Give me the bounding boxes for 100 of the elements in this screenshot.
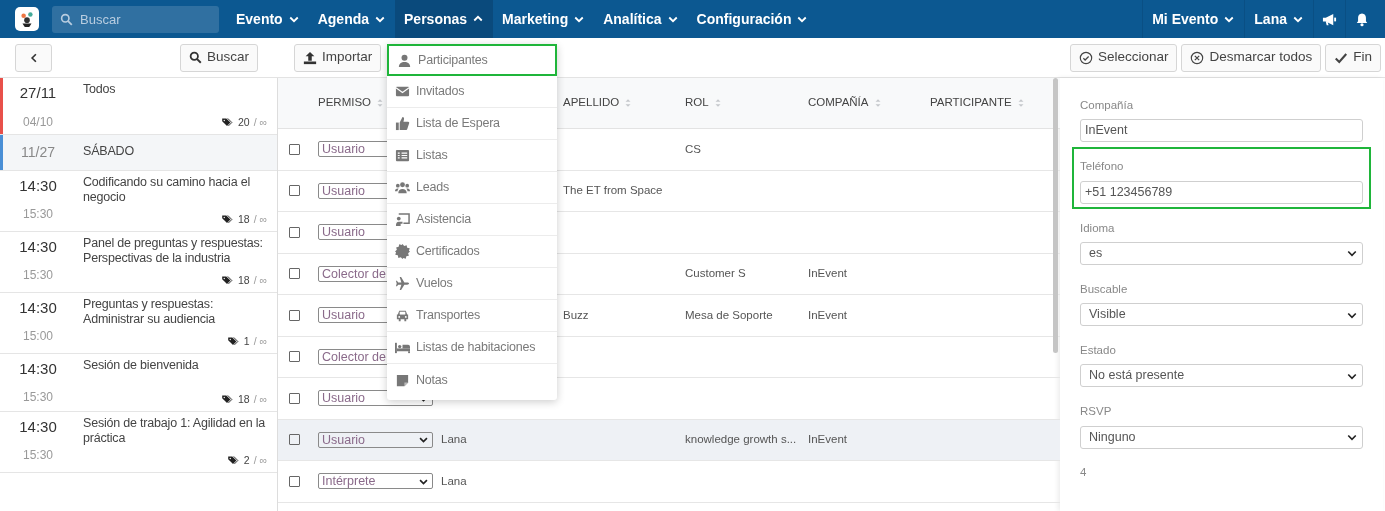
select-field[interactable]: Ninguno xyxy=(1080,425,1363,449)
end-time: 15:30 xyxy=(22,267,54,284)
users-icon xyxy=(395,180,410,195)
tag-count: 1 xyxy=(243,333,250,349)
field-label: Compañía xyxy=(1080,98,1135,113)
session-item[interactable]: 14:30 15:30 Codificando su camino hacia el negocio 18 / ∞ xyxy=(0,170,277,232)
tag-count: 18 xyxy=(238,391,250,407)
toolbar-button[interactable]: Seleccionar xyxy=(1069,43,1178,72)
session-title: Sesión de bienvenida xyxy=(83,357,200,374)
toolbar-button[interactable]: Desmarcar todos xyxy=(1181,43,1322,72)
menu-item[interactable]: Listas de habitaciones xyxy=(387,332,557,364)
note-icon xyxy=(395,372,410,388)
tag-icon xyxy=(220,394,234,406)
tag-count: 18 xyxy=(238,211,250,227)
toolbar-button[interactable]: Fin xyxy=(1325,43,1381,72)
column-header[interactable]: ROL xyxy=(685,94,709,112)
table-cell-text: InEvent xyxy=(808,307,847,323)
end-time: 15:30 xyxy=(22,447,54,464)
session-title: Codificando su camino hacia el negocio xyxy=(83,174,252,206)
checkbox[interactable] xyxy=(289,268,300,280)
bell-icon xyxy=(1354,11,1369,27)
search-icon xyxy=(60,12,73,26)
nav-menu[interactable]: Agenda xyxy=(308,0,396,38)
column-header[interactable]: APELLIDO xyxy=(563,94,620,112)
checkbox[interactable] xyxy=(289,392,300,404)
field-label: Buscable xyxy=(1080,281,1129,297)
envelope-icon xyxy=(395,84,410,99)
column-header[interactable]: PARTICIPANTE xyxy=(930,94,1012,112)
table-cell-text: CS xyxy=(685,141,701,157)
nav-menu[interactable]: Marketing xyxy=(493,0,595,38)
input-field[interactable]: +51 123456789 xyxy=(1080,180,1363,204)
checkbox[interactable] xyxy=(289,309,300,321)
select-field[interactable]: es xyxy=(1080,241,1363,265)
session-title: Panel de preguntas y respuestas: Perspectivas de la industria xyxy=(83,235,264,267)
table-cell-text: knowledge growth s... xyxy=(685,432,797,448)
table-cell-text: InEvent xyxy=(808,432,847,448)
input-field[interactable]: InEvent xyxy=(1080,119,1363,143)
scrollbar[interactable] xyxy=(1053,78,1058,353)
checkbox[interactable] xyxy=(289,226,300,238)
presentation-icon xyxy=(395,212,410,227)
checkbox[interactable] xyxy=(289,351,300,363)
tag-limit: / ∞ xyxy=(253,452,267,468)
nav-menu[interactable]: Mi Evento xyxy=(1142,0,1245,38)
upload-icon xyxy=(303,50,317,65)
session-item[interactable]: 14:30 15:30 Sesión de trabajo 1: Agilidad en la práctica 2 / ∞ xyxy=(0,411,277,473)
checkbox[interactable] xyxy=(289,434,300,446)
session-item[interactable]: 14:30 15:30 Panel de preguntas y respuestas: Perspectivas de la industria 18 / ∞ xyxy=(0,231,277,293)
checkbox[interactable] xyxy=(289,143,300,155)
nav-menu[interactable]: Configuración xyxy=(687,0,818,38)
logo-icon[interactable] xyxy=(15,7,39,31)
session-item[interactable]: 11/27 SÁBADO xyxy=(0,134,277,171)
start-time: 11/27 xyxy=(20,142,56,162)
menu-item[interactable]: Vuelos xyxy=(387,268,557,300)
menu-item[interactable]: Leads xyxy=(387,172,557,204)
tag-limit: / ∞ xyxy=(253,391,267,407)
session-item[interactable]: 27/11 04/10 Todos 20 / ∞ xyxy=(0,78,277,135)
session-item[interactable]: 14:30 15:00 Preguntas y respuestas: Administrar su audiencia 1 / ∞ xyxy=(0,292,277,354)
tag-limit: / ∞ xyxy=(253,272,267,288)
start-time: 14:30 xyxy=(18,358,58,379)
tag-count: 18 xyxy=(238,272,250,288)
car-icon xyxy=(395,308,410,323)
tag-limit: / ∞ xyxy=(253,333,267,349)
menu-item[interactable]: Asistencia xyxy=(387,204,557,236)
field-label: 4 xyxy=(1079,464,1088,480)
menu-item[interactable]: Invitados xyxy=(387,76,557,108)
permission-select[interactable]: Intérprete xyxy=(318,473,433,490)
menu-item[interactable]: Certificados xyxy=(387,236,557,268)
check-icon xyxy=(1334,50,1349,65)
menu-item[interactable]: Transportes xyxy=(387,300,557,332)
check-circle-icon xyxy=(1078,50,1093,65)
checkbox[interactable] xyxy=(289,475,300,487)
tag-icon xyxy=(220,214,234,226)
checkbox[interactable] xyxy=(289,185,300,197)
nav-menu[interactable]: Analítica xyxy=(594,0,688,38)
table-row[interactable]: Intérprete Lana xyxy=(278,461,1060,503)
table-row[interactable]: Usuario Lana knowledge growth s... InEvent xyxy=(278,419,1060,461)
select-field[interactable]: No está presente xyxy=(1080,364,1363,388)
nav-menu[interactable]: Personas xyxy=(395,0,494,38)
column-header[interactable]: PERMISO xyxy=(318,94,372,112)
select-field[interactable]: Visible xyxy=(1080,303,1363,326)
session-item[interactable]: 14:30 15:30 Sesión de bienvenida 18 / ∞ xyxy=(0,353,277,412)
menu-item[interactable]: Participantes xyxy=(387,44,557,76)
column-header[interactable]: COMPAÑÍA xyxy=(808,94,869,112)
permission-select[interactable]: Usuario xyxy=(318,431,433,448)
close-circle-icon xyxy=(1190,50,1205,65)
person-icon xyxy=(397,52,412,68)
menu-item[interactable]: Lista de Espera xyxy=(387,108,557,140)
bed-icon xyxy=(395,340,410,355)
tag-limit: / ∞ xyxy=(253,114,267,130)
nav-menu[interactable]: Evento xyxy=(227,0,309,38)
import-button[interactable]: Importar xyxy=(294,43,382,72)
start-time: 14:30 xyxy=(18,236,58,257)
end-time: 15:00 xyxy=(22,328,54,345)
menu-item[interactable]: Listas xyxy=(387,140,557,172)
airplane-icon xyxy=(395,276,410,291)
search-button[interactable]: Buscar xyxy=(179,43,258,72)
nav-menu[interactable]: Lana xyxy=(1244,0,1313,38)
table-cell-text: InEvent xyxy=(808,266,847,282)
table-cell-text: Buzz xyxy=(563,307,589,323)
session-title: SÁBADO xyxy=(83,143,135,160)
